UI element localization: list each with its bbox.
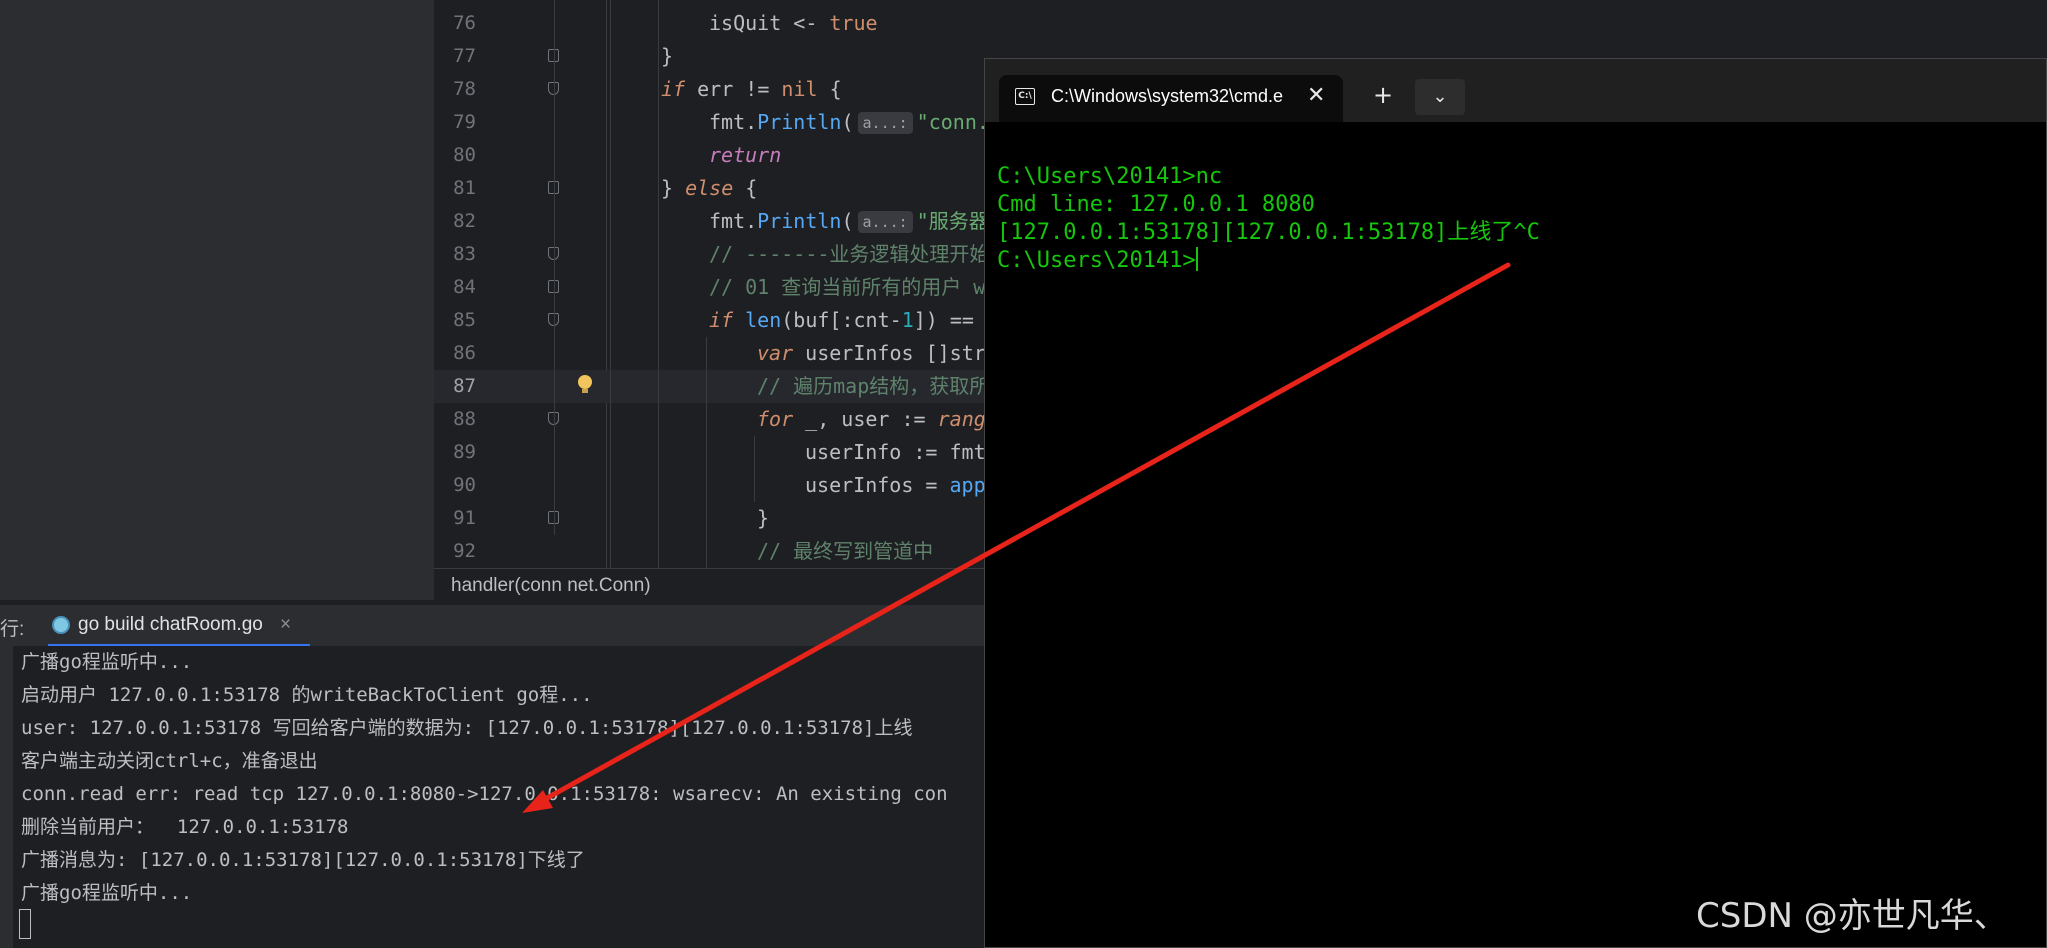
code-text: fmt.Println(a...: "conn.r bbox=[709, 110, 1001, 134]
run-label: 行: bbox=[0, 619, 25, 640]
line-number: 90 bbox=[453, 474, 476, 496]
code-comment: // -------业务逻辑处理开始 bbox=[709, 242, 990, 266]
line-number: 82 bbox=[453, 210, 476, 232]
cmd-prompt-line: C:\Users\20141> bbox=[997, 247, 1198, 273]
code-comment: // 最终写到管道中 bbox=[757, 539, 934, 563]
line-number: 86 bbox=[453, 342, 476, 364]
parameter-hint: a...: bbox=[857, 112, 913, 134]
console-line: 客户端主动关闭ctrl+c，准备退出 bbox=[21, 750, 318, 772]
line-number: 87 bbox=[453, 375, 476, 397]
indent-guide bbox=[610, 0, 611, 568]
line-number: 79 bbox=[453, 111, 476, 133]
code-text: userInfos = app bbox=[805, 473, 986, 497]
code-text: } else { bbox=[661, 176, 758, 200]
code-text: return bbox=[709, 143, 782, 167]
console-line: 删除当前用户： 127.0.0.1:53178 bbox=[21, 816, 349, 838]
cmd-icon: C:\ bbox=[1015, 88, 1035, 105]
parameter-hint: a...: bbox=[857, 211, 913, 233]
close-icon[interactable]: ✕ bbox=[1307, 83, 1325, 108]
code-line-76[interactable]: 76 isQuit <- true bbox=[434, 7, 2047, 40]
code-comment: // 遍历map结构，获取所 bbox=[757, 374, 990, 398]
tab-run-configuration[interactable]: go build chatRoom.go × bbox=[48, 605, 310, 647]
code-text: } bbox=[661, 44, 674, 68]
code-text: isQuit <- true bbox=[709, 11, 878, 35]
fold-connector bbox=[554, 0, 555, 535]
console-line: conn.read err: read tcp 127.0.0.1:8080->… bbox=[21, 783, 948, 805]
cmd-window[interactable]: C:\ C:\Windows\system32\cmd.e ✕ + ⌄ C:\U… bbox=[984, 58, 2047, 948]
cmd-caret bbox=[1195, 247, 1198, 271]
code-text: if err != nil { bbox=[661, 77, 842, 101]
code-text: fmt.Println(a...: "服务器接 bbox=[709, 209, 1009, 233]
line-number: 78 bbox=[453, 78, 476, 100]
console-line: 启动用户 127.0.0.1:53178 的writeBackToClient … bbox=[21, 684, 593, 706]
console-input-cursor[interactable] bbox=[19, 909, 31, 939]
indent-guide bbox=[706, 337, 707, 568]
line-number: 89 bbox=[453, 441, 476, 463]
code-text: userInfo := fmt bbox=[805, 440, 986, 464]
console-line: user: 127.0.0.1:53178 写回给客户端的数据为: [127.0… bbox=[21, 717, 913, 739]
cmd-output[interactable]: C:\Users\20141>nc Cmd line: 127.0.0.1 80… bbox=[997, 163, 1540, 275]
breadcrumb[interactable]: handler(conn net.Conn) bbox=[451, 575, 651, 597]
line-number: 83 bbox=[453, 243, 476, 265]
console-line: 广播go程监听中... bbox=[21, 651, 193, 673]
cmd-line: C:\Users\20141>nc bbox=[997, 164, 1223, 189]
cmd-line: [127.0.0.1:53178][127.0.0.1:53178]上线了^C bbox=[997, 220, 1540, 245]
line-number: 88 bbox=[453, 408, 476, 430]
indent-guide bbox=[658, 0, 659, 568]
console-toolbar-strip bbox=[0, 646, 13, 948]
chevron-down-icon[interactable]: ⌄ bbox=[1415, 79, 1465, 115]
line-number: 84 bbox=[453, 276, 476, 298]
line-number: 76 bbox=[453, 12, 476, 34]
close-icon[interactable]: × bbox=[280, 614, 291, 636]
line-number: 77 bbox=[453, 45, 476, 67]
cmd-tab-title: C:\Windows\system32\cmd.e bbox=[1051, 86, 1284, 106]
run-tab-label: go build chatRoom.go bbox=[78, 614, 263, 635]
console-line: 广播go程监听中... bbox=[21, 882, 193, 904]
console-line: 广播消息为: [127.0.0.1:53178][127.0.0.1:53178… bbox=[21, 849, 585, 871]
code-text: var userInfos []str bbox=[757, 341, 986, 365]
code-comment: // 01 查询当前所有的用户 wh bbox=[709, 275, 998, 299]
cmd-titlebar[interactable]: C:\ C:\Windows\system32\cmd.e ✕ + ⌄ bbox=[985, 59, 2046, 122]
line-number: 81 bbox=[453, 177, 476, 199]
run-tool-window-header: 行: go build chatRoom.go × bbox=[0, 604, 990, 647]
code-text: } bbox=[757, 506, 770, 530]
line-number: 85 bbox=[453, 309, 476, 331]
cmd-line: Cmd line: 127.0.0.1 8080 bbox=[997, 192, 1315, 217]
gopher-icon bbox=[52, 616, 70, 634]
cmd-tab[interactable]: C:\ C:\Windows\system32\cmd.e ✕ bbox=[999, 75, 1343, 122]
watermark: CSDN @亦世凡华、 bbox=[1696, 896, 2008, 936]
run-console[interactable]: 广播go程监听中... 启动用户 127.0.0.1:53178 的writeB… bbox=[0, 646, 990, 948]
code-text: if len(buf[:cnt-1]) == bbox=[709, 308, 974, 332]
line-number: 92 bbox=[453, 540, 476, 562]
new-tab-button[interactable]: + bbox=[1373, 83, 1393, 107]
project-panel bbox=[0, 0, 434, 600]
code-text: for _, user := rang bbox=[757, 407, 986, 431]
line-number: 80 bbox=[453, 144, 476, 166]
lightbulb-icon[interactable] bbox=[578, 375, 592, 393]
indent-guide bbox=[754, 436, 755, 502]
line-number: 91 bbox=[453, 507, 476, 529]
